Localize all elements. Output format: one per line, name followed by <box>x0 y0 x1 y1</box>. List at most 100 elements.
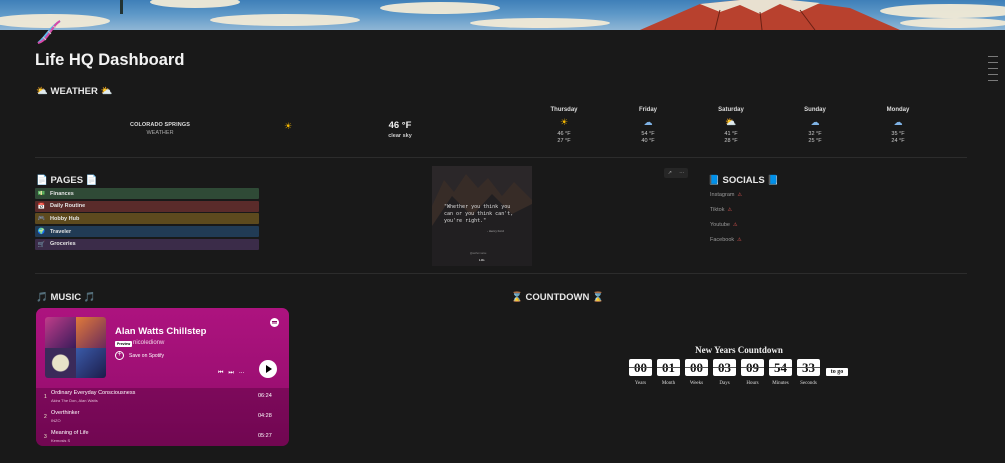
forecast-low: 40 °F <box>641 138 655 144</box>
forecast-day: Sunday ☁ 32 °F 25 °F <box>787 107 843 145</box>
page-link-traveler[interactable]: 🌍 Traveler <box>35 226 259 238</box>
socials-heading: 📘 SOCIALS 📘 <box>708 175 779 186</box>
book-icon: 📘 <box>767 175 780 186</box>
current-weather: 46 °F clear sky <box>370 120 430 139</box>
forecast-day: Saturday ⛅ 41 °F 28 °F <box>703 107 759 145</box>
embed-controls[interactable]: ↗ ··· <box>664 168 688 178</box>
quote-logo: Lifo <box>479 258 485 262</box>
location-sub: WEATHER <box>146 130 174 136</box>
quote-author: - Henry Ford <box>487 229 504 233</box>
countdown-label: Seconds <box>800 381 817 386</box>
to-go-label: to go <box>826 368 848 376</box>
page-link-label: Finances <box>50 190 74 197</box>
forecast-day: Thursday ☀ 46 °F 27 °F <box>536 107 592 145</box>
weather-heading-text: WEATHER <box>50 86 98 97</box>
weather-location: COLORADO SPRINGS WEATHER <box>110 122 210 136</box>
save-on-spotify-button[interactable]: + Save on Spotify <box>115 351 164 360</box>
cloud-icon: ☁ <box>810 118 820 128</box>
player-controls: ⏮ ⏭ ··· <box>218 369 245 377</box>
track-artist: Kemosis S <box>51 438 71 443</box>
preview-badge: Preview <box>115 341 133 347</box>
track-artist: Akira The Don, Alan Watts <box>51 398 98 403</box>
countdown-label: Weeks <box>689 381 704 386</box>
forecast-day-name: Monday <box>886 107 910 113</box>
countdown-value-days: 03 <box>713 359 736 376</box>
dna-icon <box>37 20 61 44</box>
current-temp: 46 °F <box>388 120 412 131</box>
track-duration: 04:28 <box>258 413 272 419</box>
track-number: 1 <box>44 394 47 400</box>
spotify-logo-icon[interactable] <box>270 318 279 327</box>
more-icon[interactable]: ··· <box>679 170 684 176</box>
page-link-hobby-hub[interactable]: 🎮 Hobby Hub <box>35 213 259 225</box>
track-name: Overthinker <box>51 410 80 416</box>
track-artist: INZO <box>51 418 61 423</box>
pages-list: 💵 Finances 📅 Daily Routine 🎮 Hobby Hub 🌍 Travel… <box>35 188 259 251</box>
page-link-daily-routine[interactable]: 📅 Daily Routine <box>35 200 259 212</box>
social-label: Youtube <box>710 222 730 228</box>
page-link-groceries[interactable]: 🛒 Groceries <box>35 238 259 250</box>
next-icon[interactable]: ⏭ <box>228 369 233 377</box>
countdown-value-month: 01 <box>657 359 680 376</box>
socials-heading-text: SOCIALS <box>722 175 765 186</box>
play-button[interactable] <box>259 360 277 378</box>
page-link-finances[interactable]: 💵 Finances <box>35 188 259 199</box>
countdown-value-seconds: 33 <box>797 359 820 376</box>
music-note-icon: 🎵 <box>83 292 96 303</box>
page-link-icon: 🎮 <box>37 215 46 223</box>
track-row[interactable]: 3 Meaning of Life Kemosis S 05:27 <box>36 428 289 446</box>
track-row[interactable]: 2 Overthinker INZO 04:28 <box>36 408 289 426</box>
forecast-day-name: Sunday <box>804 107 826 113</box>
warning-icon: ⚠ <box>737 237 742 243</box>
previous-icon[interactable]: ⏮ <box>218 369 223 377</box>
countdown-heading: ⌛ COUNTDOWN ⌛ <box>511 292 604 303</box>
spotify-embed[interactable]: Alan Watts Chillstep Preview nicoledionw… <box>36 308 289 446</box>
playlist-owner[interactable]: nicoledionw <box>133 340 164 346</box>
expand-icon[interactable]: ↗ <box>668 170 672 176</box>
forecast-low: 28 °F <box>724 138 738 144</box>
more-options-icon[interactable]: ··· <box>239 370 245 377</box>
social-link-facebook[interactable]: Facebook ⚠ <box>710 237 742 243</box>
warning-icon: ⚠ <box>737 192 742 198</box>
social-link-youtube[interactable]: Youtube ⚠ <box>710 222 742 228</box>
pages-heading-text: PAGES <box>50 175 84 186</box>
page-title: Life HQ Dashboard <box>35 51 185 69</box>
social-link-tiktok[interactable]: Tiktok ⚠ <box>710 207 742 213</box>
plus-circle-icon: + <box>115 351 124 360</box>
socials-list: Instagram ⚠ Tiktok ⚠ Youtube ⚠ Facebook ⚠ <box>710 192 742 252</box>
track-row[interactable]: 1 Ordinary Everyday Consciousness Akira Th… <box>36 388 289 406</box>
forecast-day-name: Saturday <box>718 107 744 113</box>
forecast-low: 27 °F <box>557 138 571 144</box>
countdown-label: Years <box>634 381 647 386</box>
page-link-icon: 📅 <box>37 202 46 210</box>
warning-icon: ⚠ <box>733 222 738 228</box>
page-icon: 📄 <box>36 175 48 186</box>
countdown-label: Month <box>661 381 676 386</box>
sun-icon: ☀ <box>559 118 569 128</box>
hourglass-icon: ⌛ <box>591 292 604 303</box>
track-name: Meaning of Life <box>51 430 89 436</box>
playlist-title[interactable]: Alan Watts Chillstep <box>115 326 207 337</box>
page-link-label: Hobby Hub <box>50 215 80 222</box>
quote-image[interactable]: "Whether you think you can or you think … <box>432 166 532 266</box>
book-icon: 📘 <box>708 175 720 186</box>
playlist-cover <box>45 317 106 378</box>
table-of-contents-icon[interactable] <box>988 56 998 86</box>
page-link-icon: 💵 <box>37 190 46 197</box>
sun-cloud-icon: ⛅ <box>36 86 48 97</box>
location-city: COLORADO SPRINGS <box>130 122 190 128</box>
quote-text: "Whether you think you can or you think … <box>444 204 514 224</box>
cloud-icon: ☁ <box>643 118 653 128</box>
social-link-instagram[interactable]: Instagram ⚠ <box>710 192 742 198</box>
forecast-high: 54 °F <box>641 131 655 137</box>
countdown-label: Minutes <box>772 381 789 386</box>
pages-heading: 📄 PAGES 📄 <box>36 175 98 186</box>
forecast-high: 32 °F <box>808 131 822 137</box>
music-heading-text: MUSIC <box>50 292 82 303</box>
sun-icon: ☀ <box>284 122 293 132</box>
countdown-value-hours: 09 <box>741 359 764 376</box>
forecast-day-name: Friday <box>638 107 657 113</box>
forecast-day: Monday ☁ 35 °F 24 °F <box>870 107 926 145</box>
page-icon: 📄 <box>85 175 98 186</box>
cover-banner <box>0 0 1005 30</box>
